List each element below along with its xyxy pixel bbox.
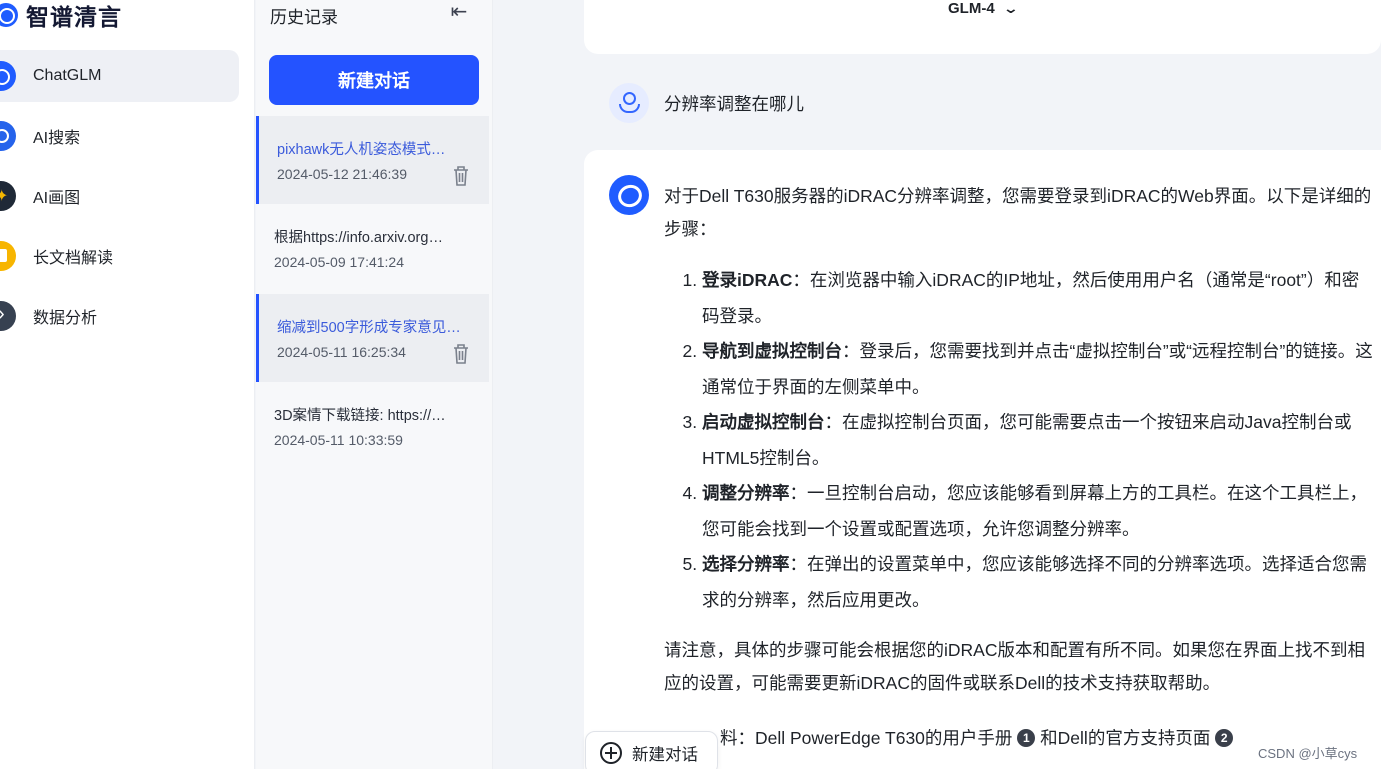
user-avatar-icon bbox=[609, 83, 649, 123]
assistant-avatar-icon bbox=[609, 175, 649, 215]
model-name: GLM-4 bbox=[948, 0, 995, 17]
trash-icon[interactable] bbox=[452, 343, 470, 365]
step-text: ：在浏览器中输入iDRAC的IP地址，然后使用用户名（通常是“root”）和密码… bbox=[702, 270, 1360, 326]
answer-note: 请注意，具体的步骤可能会根据您的iDRAC版本和配置有所不同。如果您在界面上找不… bbox=[664, 640, 1365, 693]
nav-item-label: AI画图 bbox=[33, 190, 81, 207]
nav-item-label: 长文档解读 bbox=[33, 250, 114, 267]
step-title: 启动虚拟控制台 bbox=[702, 412, 825, 432]
reference-prefix: 料：Dell PowerEdge T630的用户手册 bbox=[720, 728, 1013, 748]
step-title: 登录iDRAC bbox=[702, 270, 793, 290]
answer-step: 选择分辨率：在弹出的设置菜单中，您应该能够选择不同的分辨率选项。选择适合您需求的… bbox=[702, 547, 1374, 618]
nav-item-label: AI搜索 bbox=[33, 130, 81, 147]
chatglm-icon bbox=[0, 61, 16, 91]
nav-item-label: ChatGLM bbox=[33, 67, 102, 84]
conversation-date: 2024-05-09 17:41:24 bbox=[274, 254, 404, 270]
data-analysis-icon bbox=[0, 301, 16, 331]
step-title: 选择分辨率 bbox=[702, 554, 790, 574]
floating-new-chat-button[interactable]: 新建对话 bbox=[585, 731, 718, 769]
answer-steps: 登录iDRAC：在浏览器中输入iDRAC的IP地址，然后使用用户名（通常是“ro… bbox=[684, 263, 1374, 618]
user-message: 分辨率调整在哪儿 bbox=[609, 83, 804, 123]
answer-step: 登录iDRAC：在浏览器中输入iDRAC的IP地址，然后使用用户名（通常是“ro… bbox=[702, 263, 1374, 334]
brand-name: 智谱清言 bbox=[26, 4, 122, 30]
conversation-title: 3D案情下载链接: https://… bbox=[274, 408, 446, 424]
conversation-item[interactable]: 缩减到500字形成专家意见… 2024-05-11 16:25:34 bbox=[256, 294, 489, 382]
document-icon bbox=[0, 241, 16, 271]
reference-badge-2[interactable]: 2 bbox=[1215, 729, 1234, 747]
ai-draw-icon bbox=[0, 181, 16, 211]
answer-step: 调整分辨率：一旦控制台启动，您应该能够看到屏幕上方的工具栏。在这个工具栏上，您可… bbox=[702, 476, 1374, 547]
ai-search-icon bbox=[0, 121, 16, 151]
user-message-text: 分辨率调整在哪儿 bbox=[664, 93, 804, 114]
conversation-item[interactable]: 3D案情下载链接: https://… 2024-05-11 10:33:59 bbox=[256, 382, 489, 470]
conversation-date: 2024-05-11 10:33:59 bbox=[274, 432, 403, 448]
assistant-message-body: 对于Dell T630服务器的iDRAC分辨率调整，您需要登录到iDRAC的We… bbox=[664, 180, 1374, 769]
conversation-title: pixhawk无人机姿态模式… bbox=[277, 142, 446, 158]
chat-main: GLM-4 ⌄ 分辨率调整在哪儿 对于Dell T630服务器的iDRAC分辨率… bbox=[494, 0, 1381, 769]
collapse-sidebar-icon[interactable]: ⇤ bbox=[448, 1, 470, 23]
nav-item-ai-search[interactable]: AI搜索 bbox=[0, 110, 239, 162]
new-chat-button[interactable]: 新建对话 bbox=[269, 55, 479, 105]
step-title: 导航到虚拟控制台 bbox=[702, 341, 842, 361]
nav-item-long-doc[interactable]: 长文档解读 bbox=[0, 230, 239, 282]
nav-item-ai-draw[interactable]: AI画图 bbox=[0, 170, 239, 222]
reference-middle: 和Dell的官方支持页面 bbox=[1040, 728, 1211, 748]
reference-badge-1[interactable]: 1 bbox=[1017, 729, 1036, 747]
brand-logo-icon bbox=[0, 3, 18, 27]
conversation-item[interactable]: pixhawk无人机姿态模式… 2024-05-12 21:46:39 bbox=[256, 116, 489, 204]
conversation-item[interactable]: 根据https://info.arxiv.org… 2024-05-09 17:… bbox=[256, 204, 489, 292]
nav-item-data-analysis[interactable]: 数据分析 bbox=[0, 290, 239, 342]
chevron-down-icon: ⌄ bbox=[1002, 0, 1019, 16]
step-title: 调整分辨率 bbox=[702, 483, 790, 503]
left-nav: 智谱清言 ChatGLM AI搜索 AI画图 长文档解读 数据分析 bbox=[0, 0, 255, 769]
floating-new-chat-label: 新建对话 bbox=[632, 746, 698, 764]
answer-step: 启动虚拟控制台：在虚拟控制台页面，您可能需要点击一个按钮来启动Java控制台或H… bbox=[702, 405, 1374, 476]
step-text: ：一旦控制台启动，您应该能够看到屏幕上方的工具栏。在这个工具栏上，您可能会找到一… bbox=[702, 483, 1367, 539]
conversation-date: 2024-05-11 16:25:34 bbox=[277, 344, 406, 360]
nav-item-chatglm[interactable]: ChatGLM bbox=[0, 50, 239, 102]
conversation-title: 缩减到500字形成专家意见… bbox=[277, 320, 461, 336]
history-title: 历史记录 bbox=[270, 8, 338, 27]
conversation-date: 2024-05-12 21:46:39 bbox=[277, 166, 407, 182]
assistant-message: 对于Dell T630服务器的iDRAC分辨率调整，您需要登录到iDRAC的We… bbox=[584, 150, 1381, 769]
credit-watermark: CSDN @小草cys bbox=[1258, 746, 1358, 761]
history-panel: 历史记录 ⇤ 新建对话 pixhawk无人机姿态模式… 2024-05-12 2… bbox=[256, 0, 493, 769]
answer-intro: 对于Dell T630服务器的iDRAC分辨率调整，您需要登录到iDRAC的We… bbox=[664, 186, 1372, 239]
brand[interactable]: 智谱清言 bbox=[0, 0, 122, 32]
answer-step: 导航到虚拟控制台：登录后，您需要找到并点击“虚拟控制台”或“远程控制台”的链接。… bbox=[702, 334, 1374, 405]
trash-icon[interactable] bbox=[452, 165, 470, 187]
plus-circle-icon bbox=[600, 742, 622, 764]
step-text: ：在弹出的设置菜单中，您应该能够选择不同的分辨率选项。选择适合您需求的分辨率，然… bbox=[702, 554, 1367, 610]
model-selector[interactable]: GLM-4 ⌄ bbox=[948, 0, 1019, 17]
conversation-title: 根据https://info.arxiv.org… bbox=[274, 230, 443, 246]
nav-item-label: 数据分析 bbox=[33, 310, 98, 327]
